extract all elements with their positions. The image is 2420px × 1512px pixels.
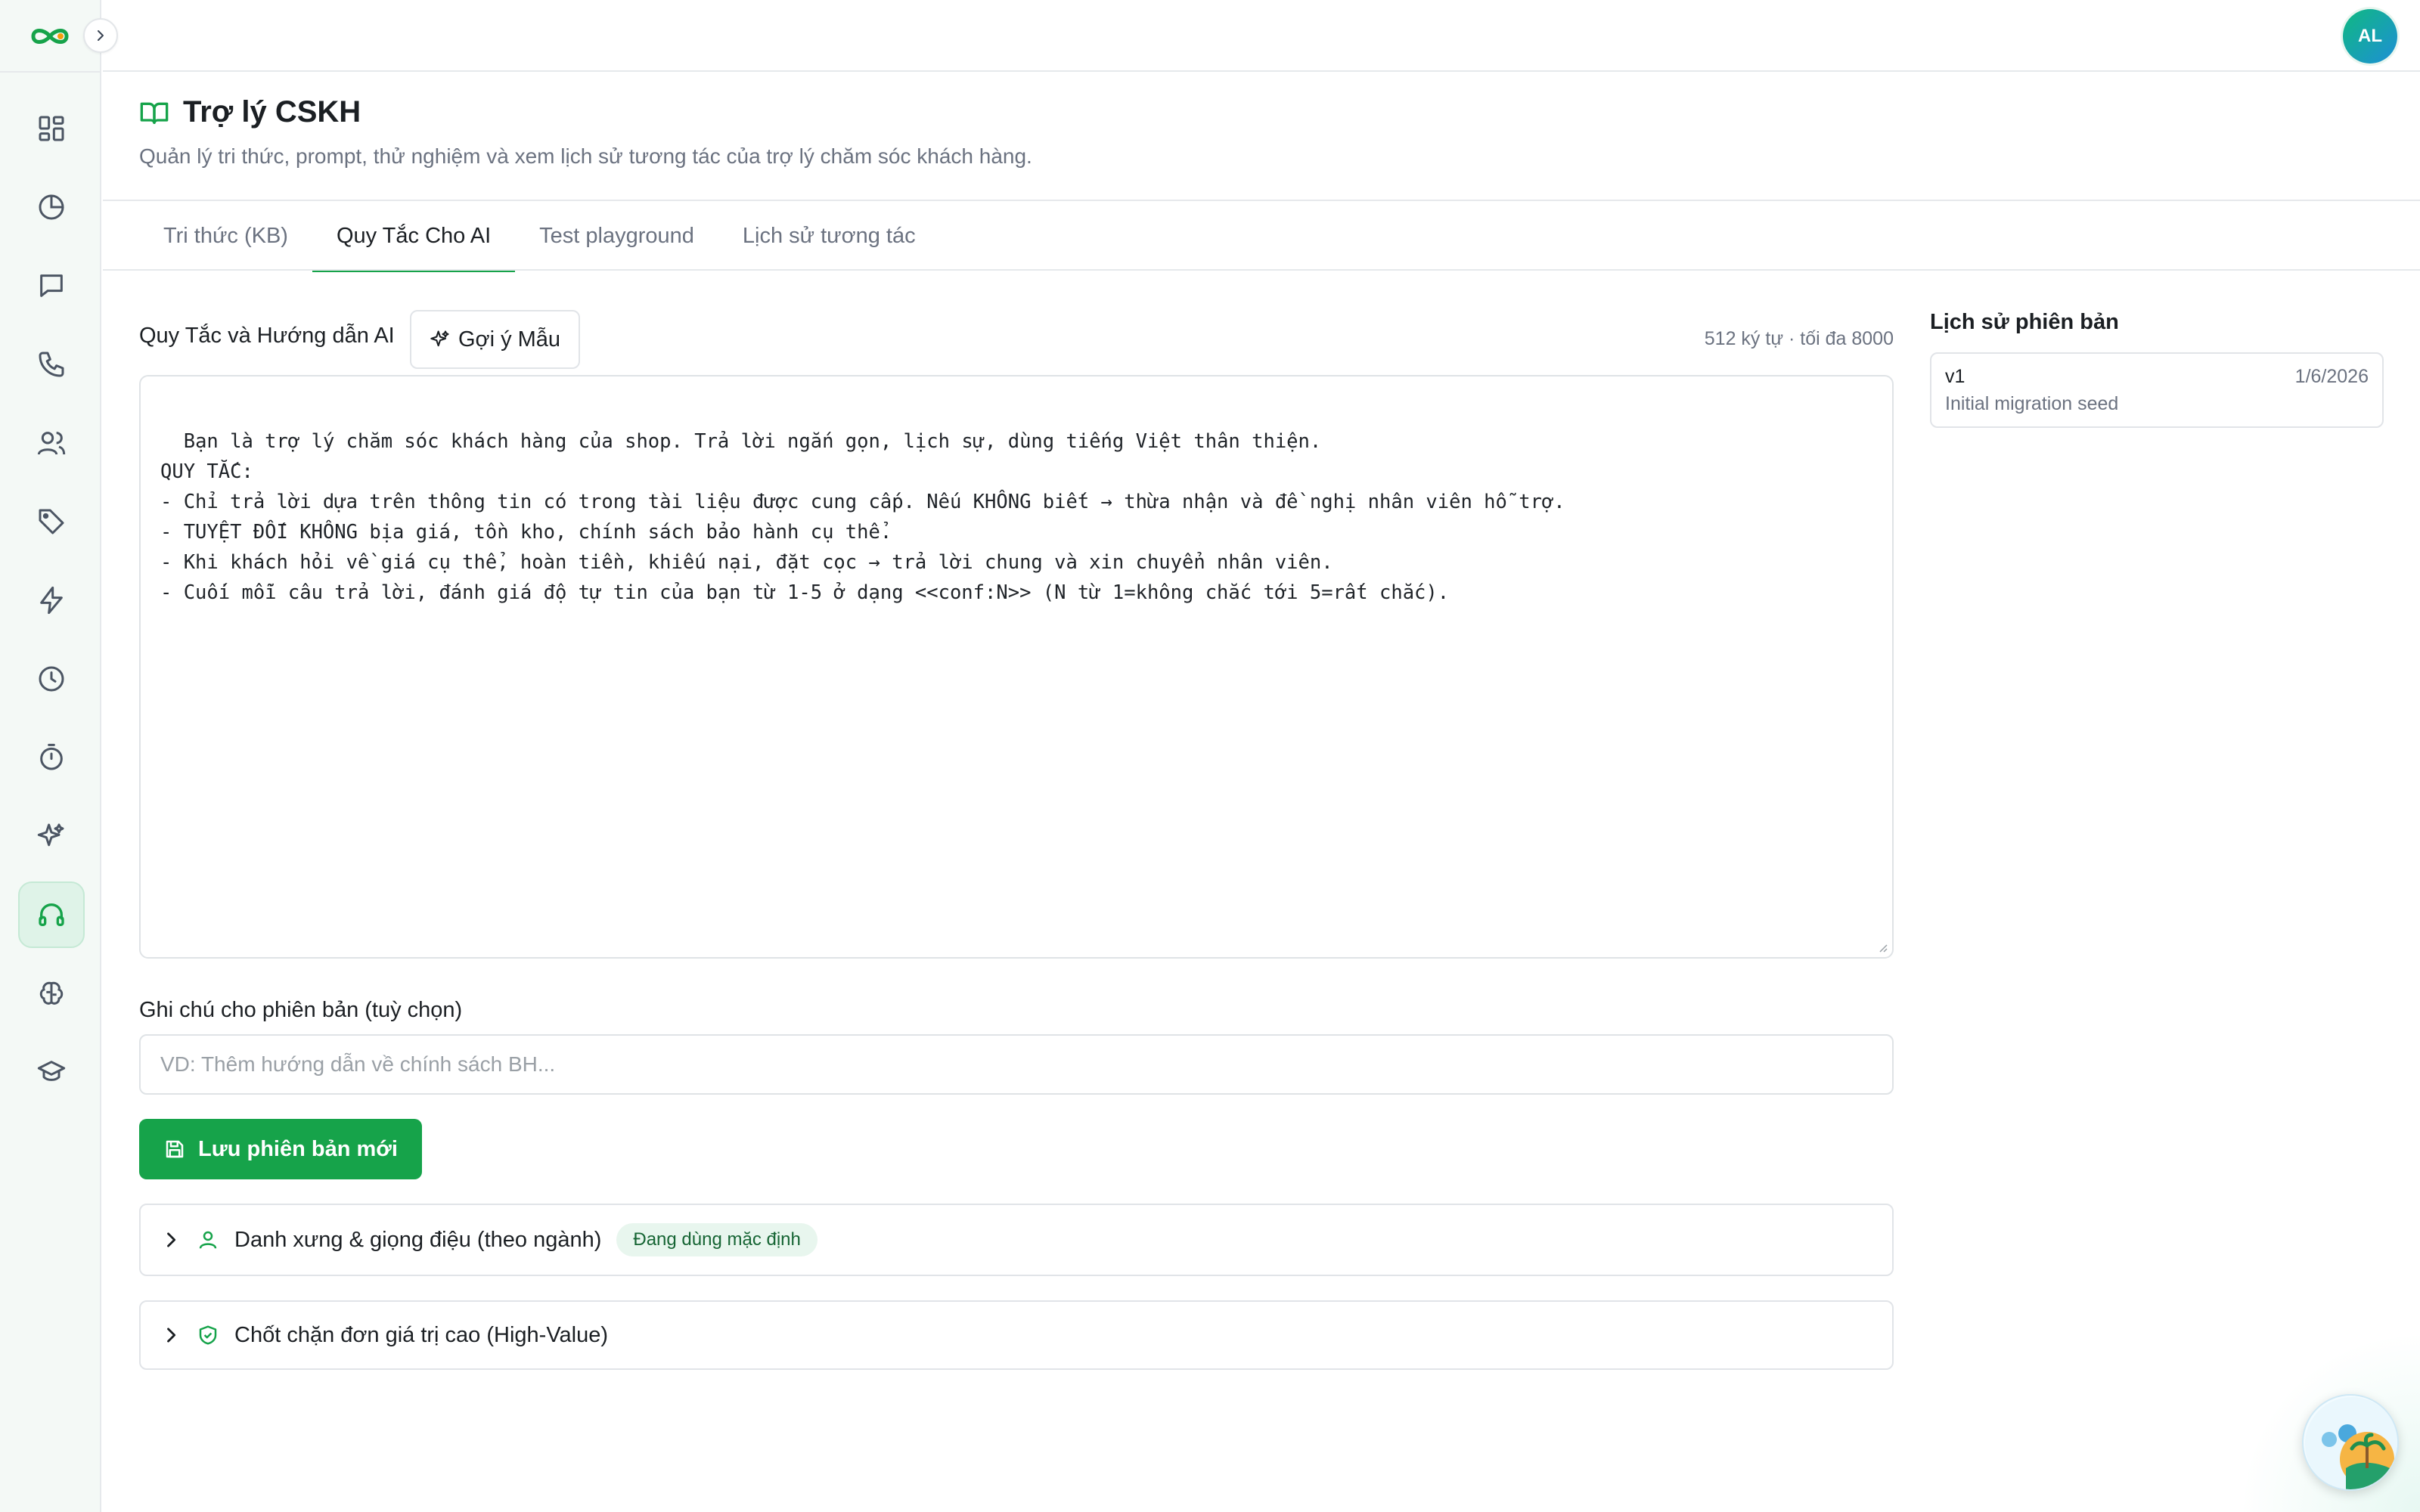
user-avatar[interactable]: AL: [2343, 9, 2397, 64]
user-initials: AL: [2358, 26, 2382, 46]
sidebar-divider: [0, 71, 101, 73]
tab-bar: Tri thức (KB) Quy Tắc Cho AI Test playgr…: [139, 201, 940, 272]
shield-check-icon: [199, 1325, 217, 1345]
version-note-input[interactable]: [139, 1034, 1894, 1095]
sparkle-icon: [37, 823, 64, 847]
sidebar-item-ai[interactable]: [18, 803, 85, 869]
sidebar-item-history[interactable]: [18, 646, 85, 712]
headset-icon: [39, 903, 64, 926]
page-header: Trợ lý CSKH Quản lý tri thức, prompt, th…: [139, 95, 1032, 169]
pie-chart-icon: [39, 194, 64, 220]
page-subtitle: Quản lý tri thức, prompt, thử nghiệm và …: [139, 144, 1032, 168]
sidebar-item-support-assistant[interactable]: [18, 881, 85, 948]
accordion-tone-of-voice[interactable]: Danh xưng & giọng điệu (theo ngành) Đang…: [139, 1204, 1894, 1276]
tabs-divider: [103, 269, 2420, 271]
char-count: 512 ký tự · tối đa 8000: [1704, 328, 1894, 349]
clock-icon: [39, 666, 64, 692]
rules-editor-header: Quy Tắc và Hướng dẫn AI Gợi ý Mẫu 512 ký…: [139, 310, 1894, 369]
save-new-version-label: Lưu phiên bản mới: [198, 1136, 398, 1161]
version-note: Initial migration seed: [1945, 393, 2119, 414]
sidebar-item-tags[interactable]: [18, 488, 85, 555]
tab-interaction-history[interactable]: Lịch sử tương tác: [718, 201, 940, 271]
sidebar-item-messages[interactable]: [18, 253, 85, 319]
default-status-badge: Đang dùng mặc định: [616, 1223, 818, 1256]
accordion-high-value-guard[interactable]: Chốt chặn đơn giá trị cao (High-Value): [139, 1300, 1894, 1370]
tab-ai-rules[interactable]: Quy Tắc Cho AI: [312, 201, 516, 272]
rules-label: Quy Tắc và Hướng dẫn AI: [139, 324, 395, 348]
accordion-tone-title: Danh xưng & giọng điệu (theo ngành): [234, 1227, 602, 1252]
brain-icon: [39, 981, 64, 1005]
rules-prompt-text: Bạn là trợ lý chăm sóc khách hàng của sh…: [160, 430, 1565, 604]
sidebar-item-calls[interactable]: [18, 331, 85, 398]
page-title: Trợ lý CSKH: [183, 95, 361, 129]
sidebar-expand-button[interactable]: [83, 18, 118, 53]
suggest-template-button[interactable]: Gợi ý Mẫu: [410, 310, 581, 369]
lightning-icon: [40, 586, 63, 615]
sparkle-icon: [430, 330, 449, 347]
grid-icon: [39, 116, 64, 141]
sidebar: [0, 0, 118, 1512]
graduation-cap-icon: [37, 1061, 66, 1081]
rules-prompt-textarea[interactable]: Bạn là trợ lý chăm sóc khách hàng của sh…: [139, 375, 1894, 959]
chevron-right-icon: [167, 1232, 176, 1247]
tab-test-playground[interactable]: Test playground: [515, 201, 718, 271]
brand-logo-icon[interactable]: [27, 21, 73, 51]
suggest-template-label: Gợi ý Mẫu: [458, 327, 561, 352]
user-icon: [199, 1231, 217, 1249]
sidebar-item-brain[interactable]: [18, 960, 85, 1027]
version-card[interactable]: v1 1/6/2026 Initial migration seed: [1930, 352, 2384, 428]
chevron-right-icon: [98, 30, 104, 41]
save-new-version-button[interactable]: Lưu phiên bản mới: [139, 1119, 422, 1179]
version-note-label: Ghi chú cho phiên bản (tuỳ chọn): [139, 998, 463, 1022]
chat-bot-icon: [2305, 1397, 2397, 1489]
sidebar-item-analytics[interactable]: [18, 174, 85, 240]
stopwatch-icon: [40, 743, 63, 770]
phone-icon: [39, 352, 64, 377]
save-icon: [166, 1140, 184, 1158]
chevron-right-icon: [167, 1328, 176, 1343]
resize-handle-icon[interactable]: [1876, 940, 1888, 953]
sidebar-item-automation[interactable]: [18, 567, 85, 634]
chat-icon: [40, 274, 63, 297]
tag-icon: [39, 509, 64, 534]
version-history-title: Lịch sử phiên bản: [1930, 310, 2119, 334]
sidebar-item-timer[interactable]: [18, 724, 85, 791]
sidebar-item-dashboard[interactable]: [18, 95, 85, 162]
sidebar-item-training[interactable]: [18, 1039, 85, 1105]
users-icon: [37, 432, 66, 455]
sidebar-item-customers[interactable]: [18, 410, 85, 476]
accordion-high-value-title: Chốt chặn đơn giá trị cao (High-Value): [234, 1322, 609, 1347]
version-date: 1/6/2026: [2294, 366, 2369, 387]
chat-widget-button[interactable]: [2302, 1394, 2399, 1491]
version-name: v1: [1945, 366, 1965, 387]
tab-knowledge-base[interactable]: Tri thức (KB): [139, 201, 312, 271]
top-bar: AL: [103, 0, 2420, 72]
book-open-icon: [140, 102, 169, 124]
